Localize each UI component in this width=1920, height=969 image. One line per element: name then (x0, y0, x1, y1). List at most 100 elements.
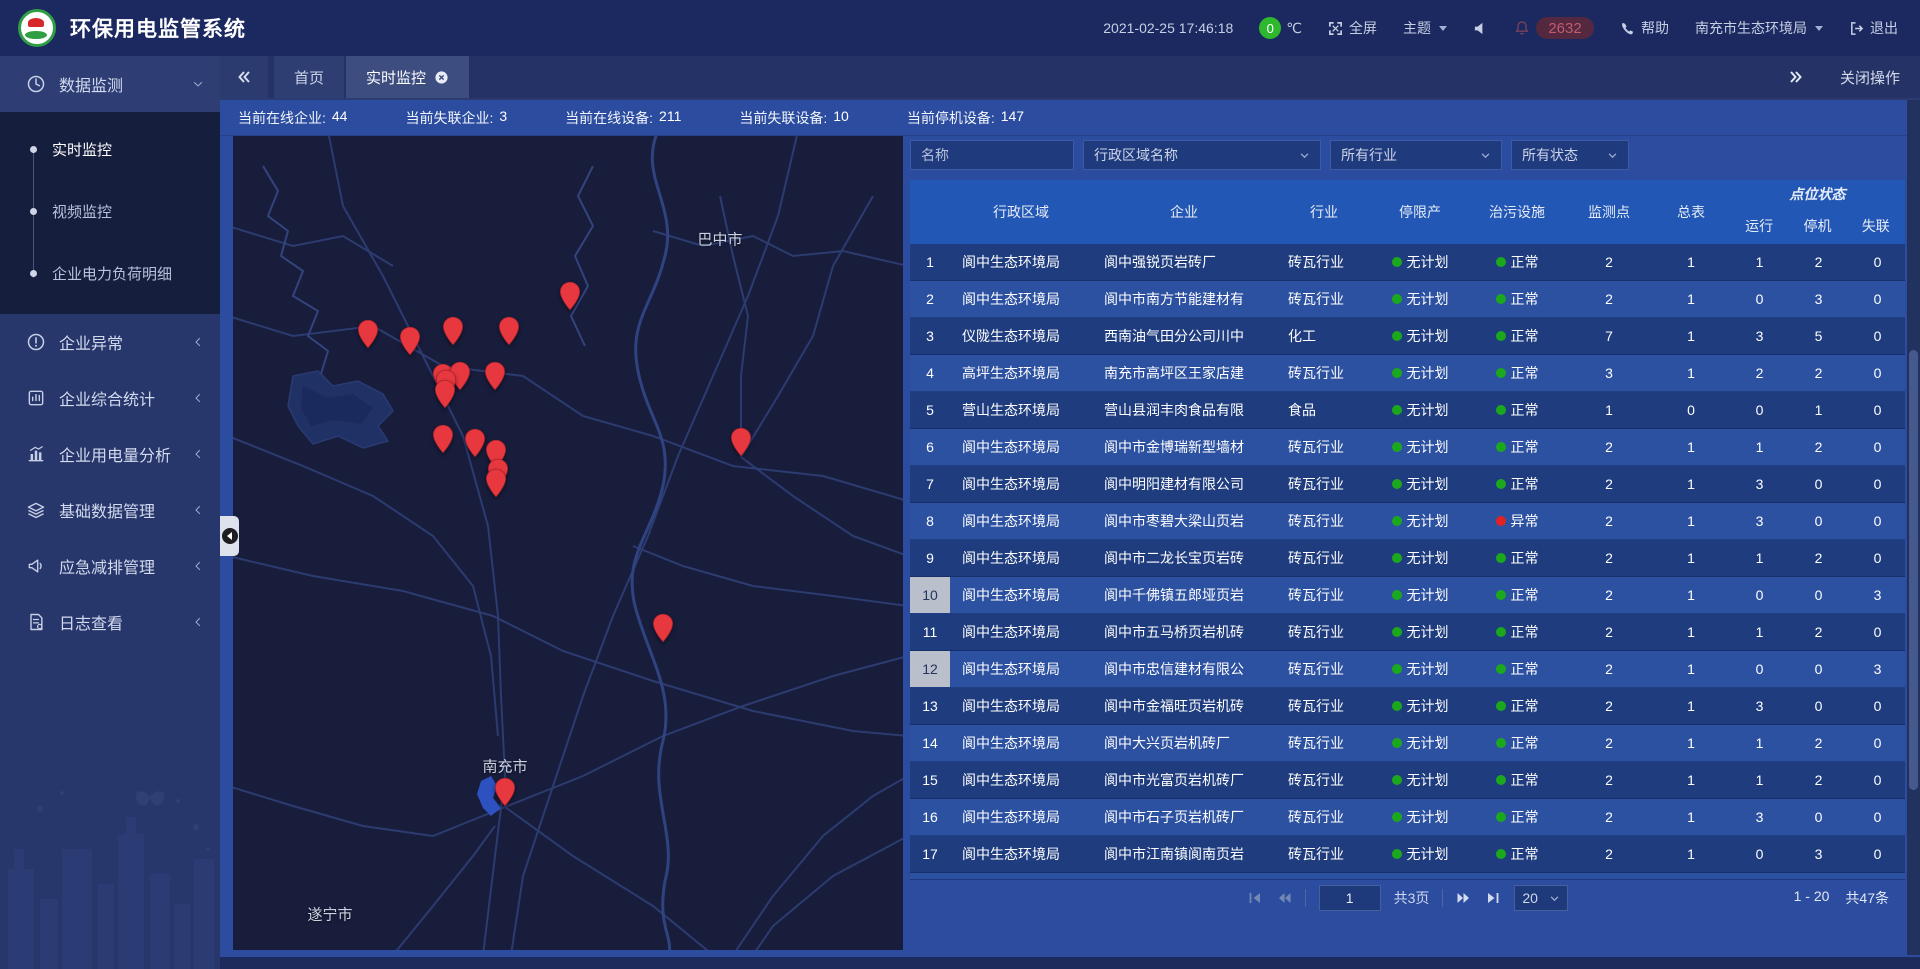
map-pin[interactable] (494, 777, 516, 807)
help-button[interactable]: 帮助 (1620, 18, 1669, 38)
industry-select[interactable]: 所有行业 (1330, 140, 1502, 170)
table-row[interactable]: 16 阆中生态环境局 阆中市石子页岩机砖厂 砖瓦行业 无计划 正常 2 1 3 … (910, 799, 1905, 836)
cell-company: 阆中大兴页岩机砖厂 (1092, 725, 1276, 761)
map-pin[interactable] (357, 319, 379, 349)
page-size-select[interactable]: 20 (1514, 885, 1568, 911)
vertical-scrollbar[interactable] (1907, 100, 1920, 955)
tab-home[interactable]: 首页 (274, 56, 344, 98)
mute-speaker-button[interactable] (1473, 21, 1488, 36)
cell-total-meters: 1 (1652, 577, 1730, 613)
table-row[interactable]: 15 阆中生态环境局 阆中市光富页岩机砖厂 砖瓦行业 无计划 正常 2 1 1 … (910, 762, 1905, 799)
notifications[interactable]: 2632 (1514, 17, 1594, 39)
chevrons-left-icon (236, 69, 252, 85)
status-dot-icon (1496, 553, 1506, 563)
table-row[interactable]: 8 阆中生态环境局 阆中市枣碧大梁山页岩 砖瓦行业 无计划 异常 2 1 3 0… (910, 503, 1905, 540)
cell-facility-status: 正常 (1468, 725, 1566, 761)
map-pin[interactable] (498, 316, 520, 346)
table-row[interactable]: 14 阆中生态环境局 阆中大兴页岩机砖厂 砖瓦行业 无计划 正常 2 1 1 2… (910, 725, 1905, 762)
cell-production-status: 无计划 (1372, 503, 1468, 539)
map-canvas[interactable]: 巴中市南充市遂宁市 (233, 136, 903, 950)
table-row[interactable]: 13 阆中生态环境局 阆中市金福旺页岩机砖 砖瓦行业 无计划 正常 2 1 3 … (910, 688, 1905, 725)
status-dot-icon (1496, 442, 1506, 452)
table-row[interactable]: 1 阆中生态环境局 阆中强锐页岩砖厂 砖瓦行业 无计划 正常 2 1 1 2 0 (910, 244, 1905, 281)
fullscreen-button[interactable]: 全屏 (1328, 18, 1377, 38)
map-pin[interactable] (399, 326, 421, 356)
table-row[interactable]: 17 阆中生态环境局 阆中市江南镇阆南页岩 砖瓦行业 无计划 正常 2 1 0 … (910, 836, 1905, 873)
cell-total-meters: 1 (1652, 799, 1730, 835)
map-pin[interactable] (485, 468, 507, 498)
cell-facility-status: 正常 (1468, 540, 1566, 576)
sidebar-subitem-label: 企业电力负荷明细 (52, 263, 172, 284)
chevron-icon (192, 448, 204, 460)
stat-item: 当前失联设备: 10 (739, 108, 848, 128)
cell-disconnected: 0 (1848, 688, 1905, 724)
map-pin[interactable] (559, 281, 581, 311)
cell-monitor-points: 1 (1566, 392, 1652, 428)
map-pin[interactable] (432, 424, 454, 454)
tabs-scroll-left-button[interactable] (220, 56, 268, 98)
sidebar-item-label: 应急减排管理 (59, 554, 192, 578)
sidebar-item-enterprise-abnormal[interactable]: 企业异常 (0, 314, 220, 370)
table-row[interactable]: 7 阆中生态环境局 阆中明阳建材有限公司 砖瓦行业 无计划 正常 2 1 3 0… (910, 466, 1905, 503)
table-row[interactable]: 5 营山生态环境局 营山县润丰肉食品有限 食品 无计划 正常 1 0 0 1 0 (910, 392, 1905, 429)
sidebar-collapse-handle[interactable] (220, 516, 239, 556)
table-row[interactable]: 3 仪陇生态环境局 西南油气田分公司川中 化工 无计划 正常 7 1 3 5 0 (910, 318, 1905, 355)
sidebar-subitem[interactable]: 企业电力负荷明细 (0, 242, 220, 304)
table-row[interactable]: 4 高坪生态环境局 南充市高坪区王家店建 砖瓦行业 无计划 正常 3 1 2 2… (910, 355, 1905, 392)
name-search-input[interactable] (910, 140, 1074, 170)
cell-industry: 砖瓦行业 (1276, 577, 1372, 613)
status-dot-icon (1496, 368, 1506, 378)
cell-running: 0 (1730, 281, 1789, 317)
map-pin[interactable] (484, 361, 506, 391)
map-pin[interactable] (730, 427, 752, 457)
table-row[interactable]: 11 阆中生态环境局 阆中市五马桥页岩机砖 砖瓦行业 无计划 正常 2 1 1 … (910, 614, 1905, 651)
map-roads-layer (233, 136, 903, 950)
table-header: 行政区域 企业 行业 停限产 治污设施 监测点 总表 点位状态 运行 停机 (910, 180, 1905, 244)
map-pin[interactable] (434, 379, 456, 409)
first-page-button[interactable] (1247, 890, 1263, 906)
sidebar-item-enterprise-statistics[interactable]: 企业综合统计 (0, 370, 220, 426)
scrollbar-thumb[interactable] (1909, 350, 1918, 790)
status-select[interactable]: 所有状态 (1511, 140, 1629, 170)
tab-realtime-monitoring[interactable]: 实时监控 (346, 56, 469, 98)
temperature-unit: ℃ (1286, 20, 1302, 37)
sidebar-subitem[interactable]: 实时监控 (0, 118, 220, 180)
sidebar-item-data-monitoring[interactable]: 数据监测 (0, 56, 220, 112)
cell-facility-status: 正常 (1468, 614, 1566, 650)
cell-index: 12 (910, 651, 950, 687)
last-page-button[interactable] (1485, 890, 1501, 906)
close-operations-button[interactable]: 关闭操作 (1840, 67, 1900, 88)
table-row[interactable]: 9 阆中生态环境局 阆中市二龙长宝页岩砖 砖瓦行业 无计划 正常 2 1 1 2… (910, 540, 1905, 577)
org-dropdown[interactable]: 南充市生态环境局 (1695, 18, 1823, 38)
cell-industry: 砖瓦行业 (1276, 244, 1372, 280)
table-row[interactable]: 12 阆中生态环境局 阆中市忠信建材有限公 砖瓦行业 无计划 正常 2 1 0 … (910, 651, 1905, 688)
sidebar-subitem[interactable]: 视频监控 (0, 180, 220, 242)
theme-dropdown[interactable]: 主题 (1403, 18, 1447, 38)
prev-page-button[interactable] (1276, 890, 1292, 906)
sidebar-item-emergency-reduction[interactable]: 应急减排管理 (0, 538, 220, 594)
cell-production-status: 无计划 (1372, 725, 1468, 761)
tab-close-icon[interactable] (434, 70, 449, 85)
map-pin[interactable] (442, 316, 464, 346)
table-row[interactable]: 6 阆中生态环境局 阆中市金博瑞新型墙材 砖瓦行业 无计划 正常 2 1 1 2… (910, 429, 1905, 466)
table-row[interactable]: 10 阆中生态环境局 阆中千佛镇五郎垭页岩 砖瓦行业 无计划 正常 2 1 0 … (910, 577, 1905, 614)
sidebar-item-power-usage-analysis[interactable]: 企业用电量分析 (0, 426, 220, 482)
cell-total-meters: 1 (1652, 614, 1730, 650)
page-number-input[interactable] (1319, 885, 1381, 911)
logout-button[interactable]: 退出 (1849, 18, 1898, 38)
cell-disconnected: 3 (1848, 651, 1905, 687)
next-page-button[interactable] (1456, 890, 1472, 906)
stat-label: 当前在线企业: (238, 108, 326, 128)
sidebar-item-log-view[interactable]: 日志查看 (0, 594, 220, 650)
cell-production-status: 无计划 (1372, 577, 1468, 613)
map-pin[interactable] (464, 428, 486, 458)
cell-company: 阆中千佛镇五郎垭页岩 (1092, 577, 1276, 613)
cell-industry: 砖瓦行业 (1276, 466, 1372, 502)
region-select[interactable]: 行政区域名称 (1083, 140, 1321, 170)
table-row[interactable]: 2 阆中生态环境局 阆中市南方节能建材有 砖瓦行业 无计划 正常 2 1 0 3… (910, 281, 1905, 318)
chevron-down-icon (1549, 893, 1560, 904)
map-pin[interactable] (652, 613, 674, 643)
cell-region: 阆中生态环境局 (950, 281, 1092, 317)
sidebar-item-base-data-management[interactable]: 基础数据管理 (0, 482, 220, 538)
tabs-scroll-right-button[interactable] (1788, 69, 1804, 85)
